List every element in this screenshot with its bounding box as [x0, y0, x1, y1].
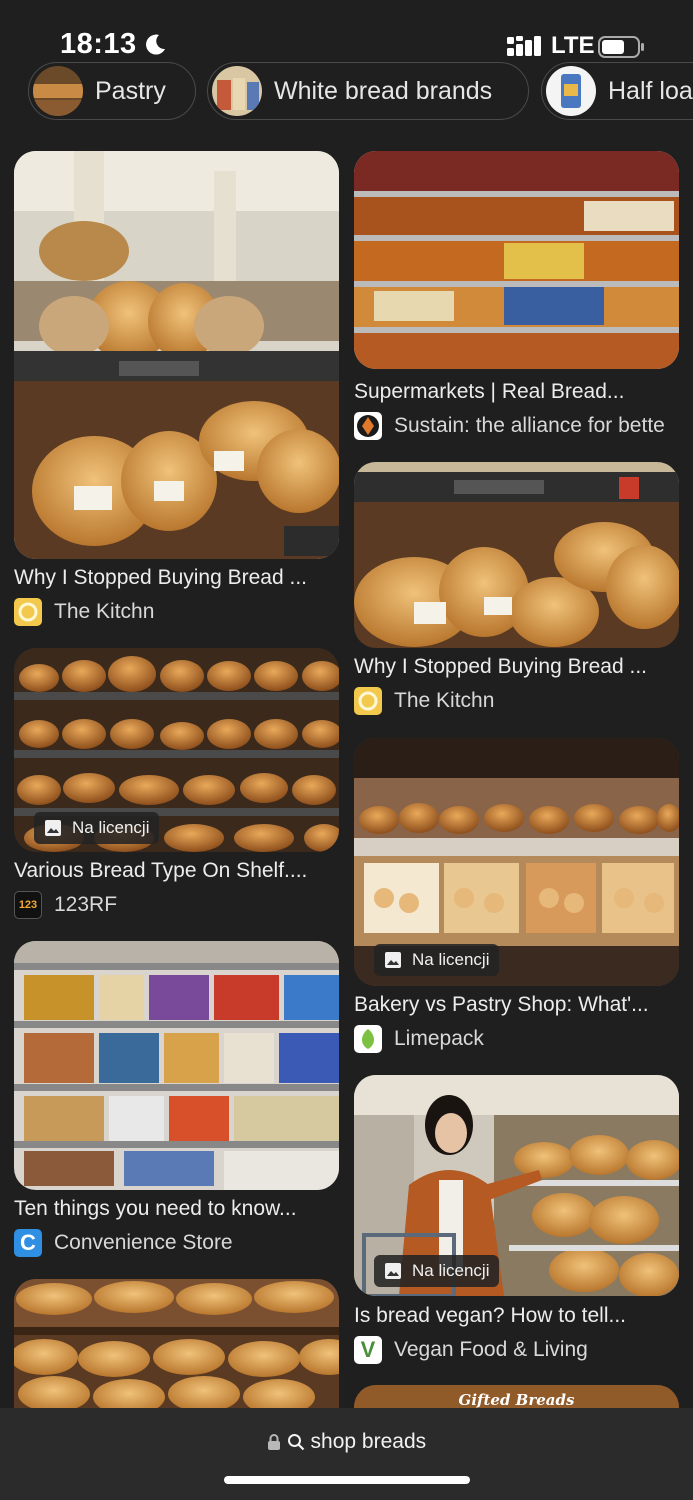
result-source[interactable]: C Convenience Store [14, 1228, 339, 1258]
source-name: Convenience Store [54, 1231, 233, 1254]
convenience-store-icon: C [14, 1229, 42, 1257]
badge-label: Na licencji [72, 818, 150, 837]
related-searches-chips: Pastry White bread brands Half loa [0, 62, 693, 124]
badge-label: Na licencji [412, 950, 490, 969]
image-icon [385, 952, 401, 968]
image-icon [45, 820, 61, 836]
result-image[interactable] [14, 151, 339, 559]
result-source[interactable]: 123 123RF [14, 890, 339, 920]
result-source[interactable]: The Kitchn [354, 686, 679, 716]
chip-thumbnail [546, 66, 596, 116]
result-image[interactable]: Na licencji [14, 648, 339, 852]
chip-half-loaf[interactable]: Half loa [541, 62, 693, 120]
chip-thumbnail [33, 66, 83, 116]
result-image[interactable] [354, 151, 679, 369]
source-name: 123RF [54, 893, 118, 916]
home-indicator[interactable] [224, 1476, 470, 1484]
status-time: 18:13 [60, 28, 137, 60]
license-badge: Na licencji [34, 812, 160, 844]
sustain-icon [354, 412, 382, 440]
source-name: Sustain: the alliance for bette [394, 414, 665, 437]
source-name: The Kitchn [54, 600, 155, 623]
kitchn-icon [14, 598, 42, 626]
source-name: Limepack [394, 1027, 484, 1050]
chip-white-bread-brands[interactable]: White bread brands [207, 62, 529, 120]
result-image[interactable] [354, 462, 679, 648]
chip-label: Half loa [608, 76, 693, 105]
chip-label: Pastry [95, 76, 166, 105]
signal-icon [507, 36, 541, 56]
123rf-icon: 123 [14, 891, 42, 919]
limepack-icon [354, 1025, 382, 1053]
image-icon [385, 1263, 401, 1279]
result-source[interactable]: The Kitchn [14, 597, 339, 627]
result-image[interactable]: Na licencji [354, 1075, 679, 1296]
result-source[interactable]: Limepack [354, 1024, 679, 1054]
network-label: LTE [551, 32, 595, 59]
source-name: Vegan Food & Living [394, 1338, 588, 1361]
address-text: shop breads [310, 1430, 427, 1453]
result-title[interactable]: Bakery vs Pastry Shop: What'... [354, 993, 679, 1017]
lock-icon [267, 1434, 280, 1450]
result-title[interactable]: Supermarkets | Real Bread... [354, 380, 679, 404]
result-source[interactable]: V Vegan Food & Living [354, 1335, 679, 1365]
chip-pastry[interactable]: Pastry [28, 62, 196, 120]
source-name: The Kitchn [394, 689, 495, 712]
result-image[interactable]: Na licencji [354, 738, 679, 986]
badge-label: Na licencji [412, 1261, 490, 1280]
result-title[interactable]: Why I Stopped Buying Bread ... [354, 655, 679, 679]
bottom-address-bar: shop breads [0, 1408, 693, 1500]
result-source[interactable]: Sustain: the alliance for bette [354, 411, 679, 441]
result-title[interactable]: Why I Stopped Buying Bread ... [14, 566, 339, 590]
chip-label: White bread brands [274, 76, 493, 105]
address-bar[interactable]: shop breads [0, 1430, 693, 1454]
moon-icon [146, 34, 165, 55]
license-badge: Na licencji [374, 944, 500, 976]
chip-thumbnail [212, 66, 262, 116]
image-overlay-text: Gifted Breads [458, 1391, 575, 1409]
kitchn-icon [354, 687, 382, 715]
result-image[interactable] [14, 941, 339, 1190]
battery-icon [598, 36, 644, 58]
vegan-food-living-icon: V [354, 1336, 382, 1364]
result-title[interactable]: Is bread vegan? How to tell... [354, 1304, 679, 1328]
result-title[interactable]: Ten things you need to know... [14, 1197, 339, 1221]
license-badge: Na licencji [374, 1255, 500, 1287]
search-icon [287, 1434, 304, 1451]
result-title[interactable]: Various Bread Type On Shelf.... [14, 859, 339, 883]
